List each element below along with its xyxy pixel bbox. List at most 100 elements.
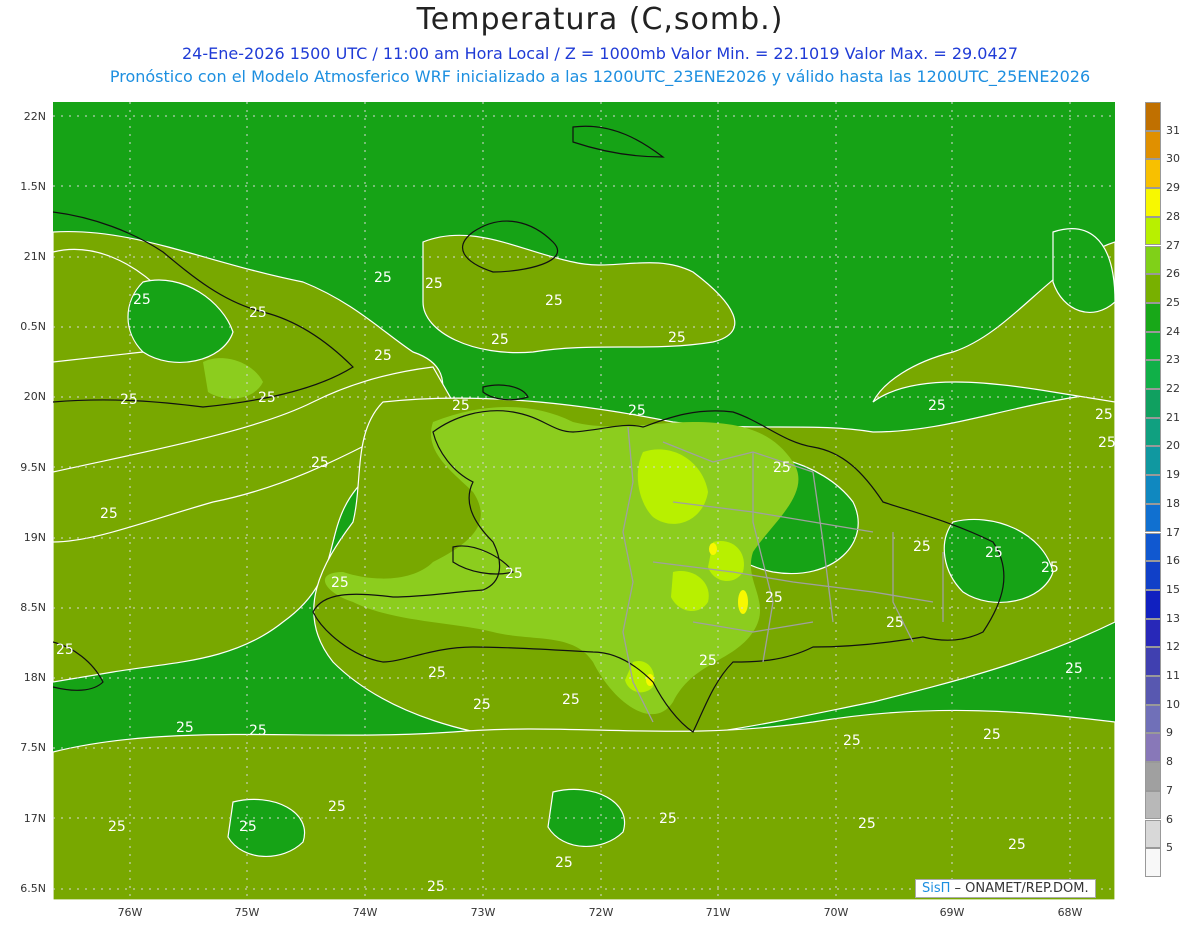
colorbar-swatch [1145,618,1161,648]
colorbar-label: 30 [1166,152,1180,166]
contour-label: 25 [108,819,126,835]
contour-label: 25 [545,293,563,309]
colorbar-swatch [1145,389,1161,418]
colorbar-swatch [1145,102,1161,131]
lon-label: 70W [823,906,849,919]
contour-label: 25 [100,506,118,522]
colorbar-label: 15 [1166,582,1180,596]
credit-box: SisΠ – ONAMET/REP.DOM. [915,879,1096,898]
colorbar-label: 26 [1166,267,1180,281]
lat-label: 1.5N [20,180,46,193]
contour-label: 25 [491,332,509,348]
forecast-time-subtitle: 24-Ene-2026 1500 UTC / 11:00 am Hora Loc… [182,44,1018,63]
contour-label: 25 [699,653,717,669]
contour-label: 25 [473,697,491,713]
colorbar-label: 21 [1166,410,1180,424]
lat-label: 7.5N [20,741,46,754]
colorbar-swatch [1145,589,1161,619]
contour-label: 25 [1065,661,1083,677]
lon-label: 69W [939,906,965,919]
contour-label: 25 [374,270,392,286]
colorbar-swatch [1145,503,1161,533]
colorbar-label: 31 [1166,123,1180,137]
colorbar-label: 17 [1166,525,1180,539]
colorbar-swatch [1145,159,1161,189]
contour-label: 25 [56,642,74,658]
colorbar-swatch [1145,417,1161,447]
colorbar-label: 6 [1166,812,1173,826]
colorbar-swatch [1145,733,1161,763]
contour-label: 25 [239,819,257,835]
colorbar-label: 8 [1166,755,1173,769]
lon-label: 68W [1057,906,1083,919]
contour-label: 25 [331,575,349,591]
colorbar-label: 7 [1166,783,1173,797]
lon-label: 72W [588,906,614,919]
colorbar-swatch [1145,331,1161,361]
contour-label: 25 [374,348,392,364]
colorbar-label: 12 [1166,640,1180,654]
contour-label: 25 [311,455,329,471]
colorbar-label: 13 [1166,611,1180,625]
lon-label: 71W [705,906,731,919]
colorbar-swatch [1145,762,1161,791]
colorbar-label: 25 [1166,295,1180,309]
lat-label: 20N [23,390,46,403]
contour-label: 25 [120,392,138,408]
model-info-subtitle: Pronóstico con el Modelo Atmosferico WRF… [109,67,1091,86]
lat-label: 17N [23,812,46,825]
colorbar-swatch [1145,245,1161,275]
colorbar-label: 23 [1166,353,1180,367]
contour-label: 25 [452,398,470,414]
colorbar-swatch [1145,216,1161,246]
contour-label: 25 [258,390,276,406]
lat-label: 9.5N [20,461,46,474]
chart-title: Temperatura (C,somb.) [416,2,784,37]
colorbar-swatch [1145,188,1161,217]
contour-label: 25 [1095,407,1113,423]
colorbar-swatch [1145,532,1161,562]
contour-label: 25 [425,276,443,292]
contour-label: 25 [555,855,573,871]
contour-label: 25 [983,727,1001,743]
contour-label: 25 [1041,560,1059,576]
colorbar-swatch [1145,360,1161,389]
colorbar-label: 19 [1166,468,1180,482]
contour-label: 25 [985,545,1003,561]
lat-label: 6.5N [20,882,46,895]
lon-label: 74W [352,906,378,919]
contour-label: 25 [133,292,151,308]
colorbar-swatch [1145,130,1161,160]
lat-label: 22N [23,110,46,123]
lat-label: 18N [23,671,46,684]
colorbar-label: 16 [1166,554,1180,568]
contour-label: 25 [249,305,267,321]
lat-label: 8.5N [20,601,46,614]
contour-label: 25 [858,816,876,832]
temperature-map: 25 25 25 25 25 25 25 25 25 25 25 25 25 2… [53,102,1115,900]
contour-label: 25 [886,615,904,631]
colorbar-swatch [1145,561,1161,590]
colorbar-swatch [1145,819,1161,849]
colorbar-swatch [1145,446,1161,476]
colorbar-label: 18 [1166,496,1180,510]
colorbar-swatch [1145,302,1161,332]
credit-text: – ONAMET/REP.DOM. [950,881,1089,896]
contour-label: 25 [249,723,267,739]
contour-label: 25 [843,733,861,749]
lon-label: 76W [117,906,143,919]
colorbar-swatch [1145,676,1161,705]
lon-label: 75W [234,906,260,919]
contour-label: 25 [176,720,194,736]
contour-label: 25 [659,811,677,827]
lon-label: 73W [470,906,496,919]
lat-label: 21N [23,250,46,263]
contour-label: 25 [428,665,446,681]
colorbar-label: 22 [1166,382,1180,395]
colorbar-swatch [1145,790,1161,820]
colorbar-swatch [1145,475,1161,504]
contour-label: 25 [913,539,931,555]
contour-label: 25 [562,692,580,708]
colorbar-label: 9 [1166,726,1173,740]
colorbar-label: 20 [1166,439,1180,453]
